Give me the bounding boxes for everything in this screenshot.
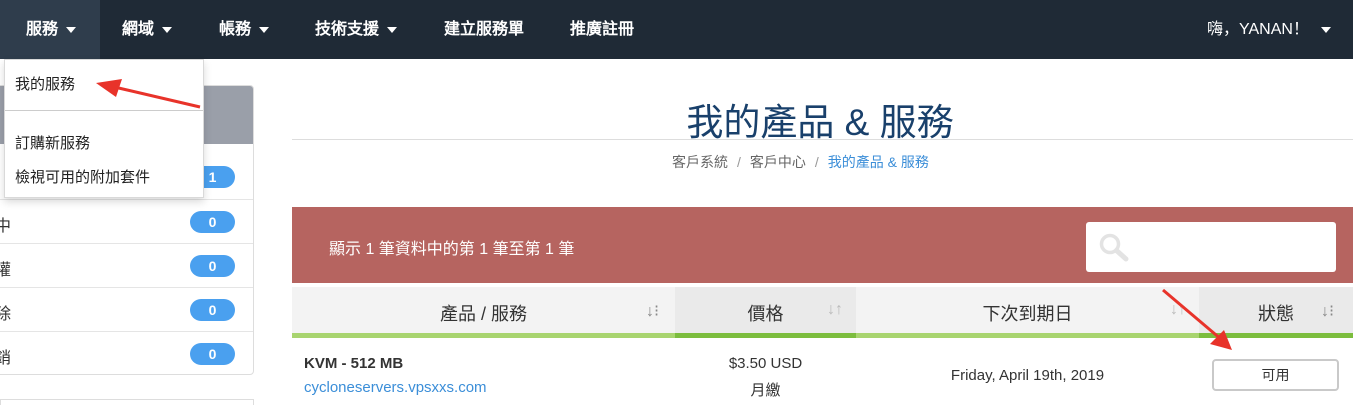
breadcrumb: 客戶系統 / 客戶中心 / 我的產品 & 服務 bbox=[672, 152, 929, 172]
column-header-label: 產品 / 服務 bbox=[439, 304, 527, 324]
nav-billing-label: 帳務 bbox=[219, 21, 252, 38]
nav-open-ticket[interactable]: 建立服務單 bbox=[444, 0, 524, 59]
product-name: KVM - 512 MB bbox=[304, 355, 404, 372]
sidebar-next-panel bbox=[0, 399, 254, 405]
sidebar-item-suspended[interactable]: 權 0 bbox=[0, 243, 253, 287]
nav-domains-label: 網域 bbox=[122, 21, 155, 38]
column-header-status[interactable]: 狀態 ↓⁝ bbox=[1199, 287, 1353, 338]
breadcrumb-current: 我的產品 & 服務 bbox=[827, 154, 929, 170]
column-header-price[interactable]: 價格 ↓↑ bbox=[675, 287, 856, 338]
status-count-badge: 0 bbox=[190, 299, 235, 321]
nav-services-label: 服務 bbox=[26, 21, 59, 38]
sort-icon: ↓↑ bbox=[827, 301, 843, 318]
menu-item-view-addons[interactable]: 檢視可用的附加套件 bbox=[15, 166, 150, 187]
nav-affiliates-label: 推廣註冊 bbox=[570, 21, 635, 38]
nav-billing[interactable]: 帳務 bbox=[219, 0, 270, 59]
sidebar-item-terminated[interactable]: 除 0 bbox=[0, 287, 253, 331]
chevron-down-icon bbox=[259, 26, 270, 33]
title-divider bbox=[292, 139, 1353, 140]
nav-support[interactable]: 技術支援 bbox=[315, 0, 398, 59]
next-due-date: Friday, April 19th, 2019 bbox=[950, 367, 1105, 384]
nav-open-ticket-label: 建立服務單 bbox=[444, 21, 525, 38]
chevron-down-icon bbox=[66, 26, 77, 33]
top-navbar: 服務 網域 帳務 技術支援 建立服務單 推廣註冊 嗨，YANAN！ bbox=[0, 0, 1353, 59]
search-icon bbox=[1099, 233, 1129, 262]
menu-item-order-new[interactable]: 訂購新服務 bbox=[15, 132, 90, 153]
page-title: 我的產品 & 服務 bbox=[686, 102, 954, 143]
billing-cycle: 月繳 bbox=[750, 382, 781, 399]
nav-domains[interactable]: 網域 bbox=[122, 0, 173, 59]
nav-user-menu[interactable]: 嗨，YANAN！ bbox=[1207, 0, 1331, 59]
column-header-label: 下次到期日 bbox=[982, 304, 1073, 324]
status-count-badge: 0 bbox=[190, 211, 235, 233]
column-header-due-date[interactable]: 下次到期日 ↓↑ bbox=[856, 287, 1199, 338]
sidebar-item-pending[interactable]: 中 0 bbox=[0, 199, 253, 243]
breadcrumb-item[interactable]: 客戶中心 bbox=[750, 154, 806, 170]
sidebar-item-cancelled[interactable]: 銷 0 bbox=[0, 331, 253, 375]
menu-divider bbox=[5, 110, 203, 111]
nav-affiliates[interactable]: 推廣註冊 bbox=[570, 0, 634, 59]
status-count-badge: 0 bbox=[190, 343, 235, 365]
sort-desc-icon: ↓⁝ bbox=[1321, 303, 1335, 320]
sidebar-item-label: 中 bbox=[0, 218, 12, 235]
user-greeting: 嗨，YANAN！ bbox=[1207, 21, 1309, 38]
chevron-down-icon bbox=[1320, 26, 1331, 33]
menu-item-my-services[interactable]: 我的服務 bbox=[15, 73, 75, 94]
records-info: 顯示 1 筆資料中的第 1 筆至第 1 筆 bbox=[329, 241, 575, 258]
column-header-product[interactable]: 產品 / 服務 ↓⁝ bbox=[292, 287, 675, 338]
table-info-bar: 顯示 1 筆資料中的第 1 筆至第 1 筆 bbox=[292, 207, 1353, 283]
service-price: $3.50 USD bbox=[728, 355, 803, 372]
services-dropdown-menu: 我的服務 訂購新服務 檢視可用的附加套件 bbox=[4, 59, 204, 198]
breadcrumb-separator: / bbox=[814, 154, 819, 170]
sort-icon: ↓↑ bbox=[1170, 301, 1186, 318]
breadcrumb-item[interactable]: 客戶系統 bbox=[672, 154, 728, 170]
search-input[interactable] bbox=[1086, 222, 1336, 272]
status-count-badge: 0 bbox=[190, 255, 235, 277]
nav-support-label: 技術支援 bbox=[315, 21, 380, 38]
status-badge[interactable]: 可用 bbox=[1212, 359, 1339, 391]
chevron-down-icon bbox=[387, 26, 398, 33]
sidebar-item-label: 除 bbox=[0, 306, 12, 323]
nav-services[interactable]: 服務 bbox=[0, 0, 100, 59]
service-domain-link[interactable]: cycloneservers.vpsxxs.com bbox=[304, 379, 487, 396]
breadcrumb-separator: / bbox=[737, 154, 741, 170]
sort-desc-icon: ↓⁝ bbox=[646, 303, 660, 320]
chevron-down-icon bbox=[162, 26, 173, 33]
sidebar-item-label: 銷 bbox=[0, 350, 12, 367]
sidebar-item-label: 權 bbox=[0, 262, 12, 279]
